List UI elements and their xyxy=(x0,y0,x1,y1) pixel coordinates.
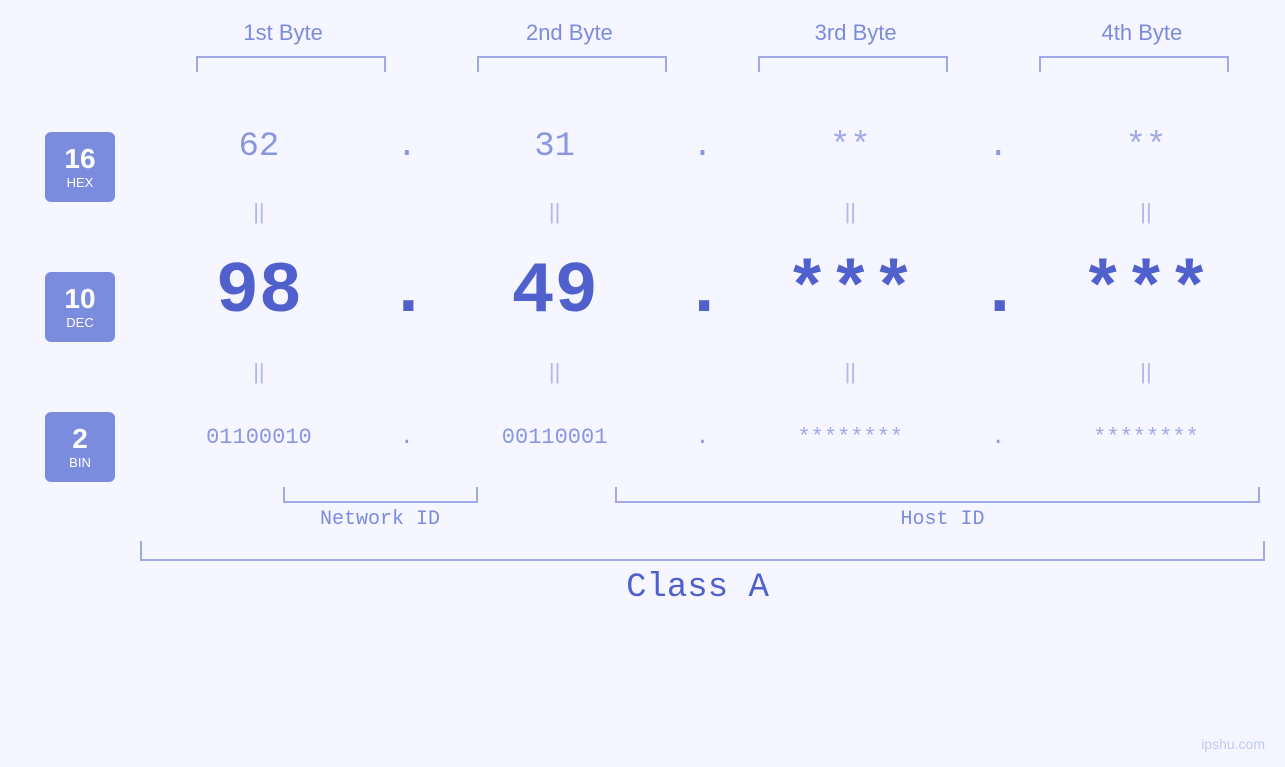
bin-b3: ******** xyxy=(740,425,960,450)
equals-row-2: || || || || xyxy=(140,352,1265,392)
byte3-header: 3rd Byte xyxy=(746,20,966,46)
hex-dot1: . xyxy=(387,128,427,166)
bin-b2: 00110001 xyxy=(445,425,665,450)
eq2-b1: || xyxy=(149,359,369,385)
byte2-header: 2nd Byte xyxy=(459,20,679,46)
bin-dot1: . xyxy=(387,425,427,450)
eq2-b3: || xyxy=(740,359,960,385)
host-id-label: Host ID xyxy=(900,508,984,531)
host-bracket xyxy=(615,487,1260,503)
bin-dot2: . xyxy=(682,425,722,450)
bracket-byte4 xyxy=(1039,56,1229,72)
hex-data-row: 62 . 31 . ** . ** xyxy=(140,102,1265,192)
data-grid: 62 . 31 . ** . ** xyxy=(140,102,1285,607)
hex-b1: 62 xyxy=(149,128,369,166)
network-id-label: Network ID xyxy=(320,508,440,531)
bin-dot3: . xyxy=(978,425,1018,450)
top-brackets xyxy=(150,56,1275,72)
eq1-b3: || xyxy=(740,199,960,225)
bin-b1: 01100010 xyxy=(149,425,369,450)
content-area: 16 HEX 10 DEC 2 BIN 62 xyxy=(0,102,1285,607)
dec-dot2: . xyxy=(682,251,722,333)
hex-b2: 31 xyxy=(445,128,665,166)
main-container: 1st Byte 2nd Byte 3rd Byte 4th Byte 16 H… xyxy=(0,0,1285,767)
byte4-header: 4th Byte xyxy=(1032,20,1252,46)
class-bracket xyxy=(140,541,1265,561)
dec-b1: 98 xyxy=(149,251,369,333)
bin-badge: 2 BIN xyxy=(45,412,115,482)
hex-dot3: . xyxy=(978,128,1018,166)
hex-dot2: . xyxy=(682,128,722,166)
dec-data-row: 98 . 49 . *** . *** xyxy=(140,232,1265,352)
byte-headers: 1st Byte 2nd Byte 3rd Byte 4th Byte xyxy=(140,20,1285,46)
bin-data-row: 01100010 . 00110001 . ******** . xyxy=(140,392,1265,482)
bracket-byte2 xyxy=(477,56,667,72)
labels-column: 16 HEX 10 DEC 2 BIN xyxy=(0,102,140,482)
network-bracket xyxy=(283,487,478,503)
dec-b3: *** xyxy=(740,251,960,333)
dec-dot1: . xyxy=(387,251,427,333)
hex-b3: ** xyxy=(740,128,960,166)
eq1-b4: || xyxy=(1036,199,1256,225)
bracket-byte1 xyxy=(196,56,386,72)
bracket-byte3 xyxy=(758,56,948,72)
bin-b4: ******** xyxy=(1036,425,1256,450)
eq2-b4: || xyxy=(1036,359,1256,385)
eq1-b2: || xyxy=(445,199,665,225)
watermark: ipshu.com xyxy=(1201,736,1265,752)
hex-badge: 16 HEX xyxy=(45,132,115,202)
dec-b2: 49 xyxy=(445,251,665,333)
hex-b4: ** xyxy=(1036,128,1256,166)
eq2-b2: || xyxy=(445,359,665,385)
byte1-header: 1st Byte xyxy=(173,20,393,46)
dec-badge: 10 DEC xyxy=(45,272,115,342)
equals-row-1: || || || || xyxy=(140,192,1265,232)
dec-dot3: . xyxy=(978,251,1018,333)
dec-b4: *** xyxy=(1036,251,1256,333)
eq1-b1: || xyxy=(149,199,369,225)
class-label: Class A xyxy=(140,569,1265,607)
